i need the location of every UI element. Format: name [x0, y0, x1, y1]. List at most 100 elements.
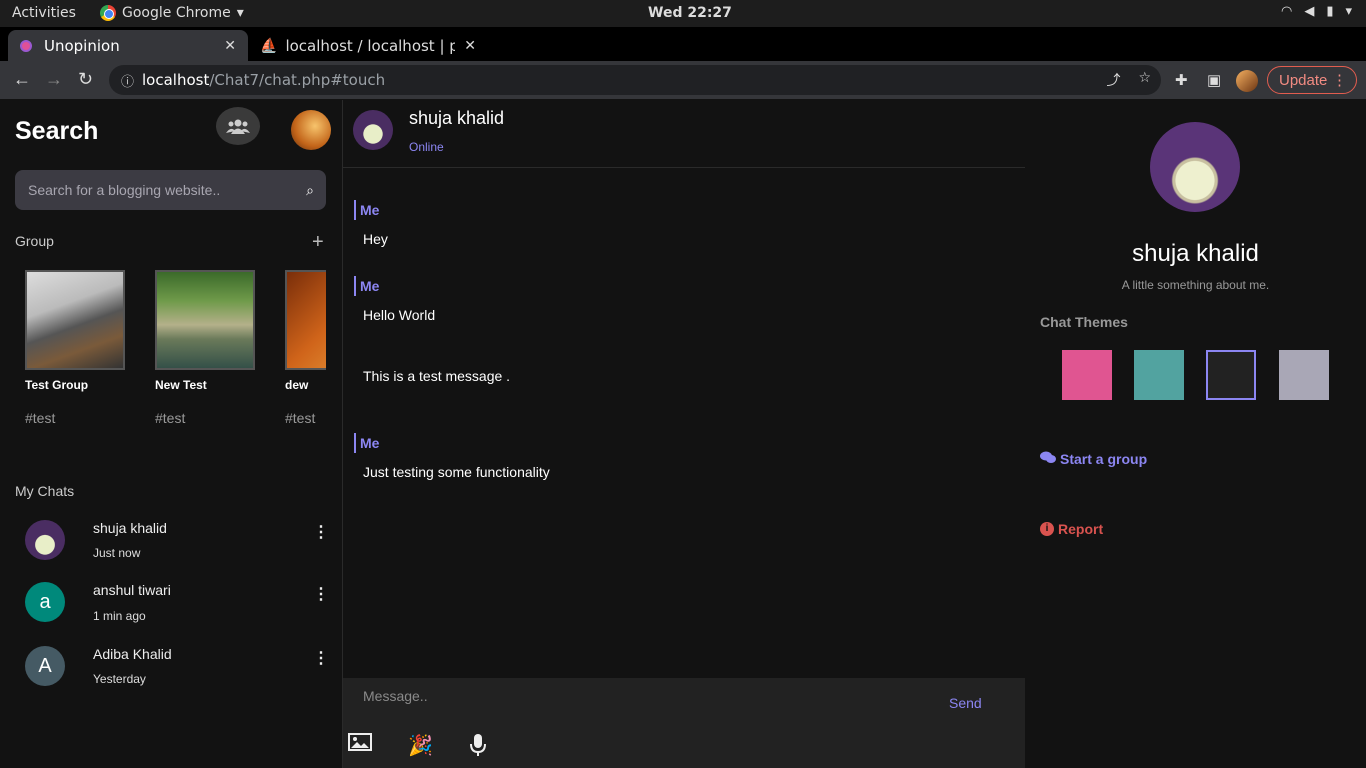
- chat-list-item[interactable]: shuja khalid Just now ⋮: [25, 520, 335, 570]
- site-info-icon[interactable]: ⓘ: [121, 71, 134, 90]
- share-icon[interactable]: ⤴: [1106, 70, 1120, 90]
- message-text: Hello World: [363, 307, 436, 323]
- search-icon[interactable]: ⌕: [306, 182, 314, 199]
- more-options-icon[interactable]: ⋮: [313, 584, 329, 604]
- contact-avatar[interactable]: [353, 110, 393, 150]
- group-name: Test Group: [25, 378, 89, 392]
- address-bar-row: ← → ↻ ⓘ localhost/Chat7/chat.php#touch ⤴…: [0, 61, 1366, 99]
- contact-name: shuja khalid: [409, 108, 505, 128]
- start-group-link[interactable]: Start a group: [1040, 451, 1147, 467]
- send-button[interactable]: Send: [949, 695, 982, 711]
- group-card[interactable]: dew #test: [285, 270, 326, 426]
- image-upload-icon[interactable]: [348, 733, 372, 757]
- theme-swatch-teal[interactable]: [1134, 350, 1184, 400]
- group-tag: #test: [285, 410, 316, 426]
- bookmark-star-icon[interactable]: ☆: [1138, 70, 1151, 90]
- chrome-icon: [100, 5, 116, 21]
- search-box: ⌕: [15, 170, 326, 210]
- add-group-icon[interactable]: +: [312, 231, 324, 254]
- side-panel-icon[interactable]: ▣: [1207, 71, 1221, 89]
- theme-swatch-gray[interactable]: [1279, 350, 1329, 400]
- message-text: Just testing some functionality: [363, 464, 550, 480]
- comments-icon: [1040, 451, 1056, 467]
- activities-button[interactable]: Activities: [12, 5, 76, 21]
- message-composer: Send 🎉: [343, 678, 1026, 768]
- url-field[interactable]: ⓘ localhost/Chat7/chat.php#touch ⤴ ☆: [109, 65, 1161, 95]
- sidebar: Search ⌕ Group + Test Group #test New Te…: [0, 100, 342, 768]
- group-name: New Test: [155, 378, 207, 392]
- chat-panel: shuja khalid Online Me Hey Me Hello Worl…: [342, 100, 1026, 768]
- more-options-icon[interactable]: ⋮: [313, 648, 329, 668]
- phpmyadmin-favicon-icon: ⛵: [260, 37, 278, 54]
- report-link[interactable]: i Report: [1040, 521, 1103, 537]
- profile-panel: shuja khalid A little something about me…: [1025, 100, 1366, 768]
- message-text: Hey: [363, 231, 388, 247]
- message-sender: Me: [354, 276, 435, 296]
- message-sender: Me: [354, 200, 388, 220]
- more-options-icon[interactable]: ⋮: [313, 522, 329, 542]
- wifi-icon: ◠: [1280, 4, 1293, 19]
- chat-themes-label: Chat Themes: [1040, 314, 1128, 330]
- app-menu[interactable]: Google Chrome ▾: [100, 5, 244, 21]
- online-status: Online: [409, 140, 444, 154]
- last-active: 1 min ago: [93, 609, 146, 623]
- users-group-button[interactable]: [216, 107, 260, 145]
- forward-icon[interactable]: →: [45, 69, 63, 90]
- last-active: Just now: [93, 546, 141, 560]
- report-label: Report: [1058, 521, 1104, 537]
- chat-list-item[interactable]: A Adiba Khalid Yesterday ⋮: [25, 646, 335, 696]
- update-label: Update: [1279, 71, 1328, 89]
- last-active: Yesterday: [93, 672, 146, 686]
- my-avatar[interactable]: [291, 110, 331, 150]
- group-card[interactable]: New Test #test: [155, 270, 275, 426]
- message-text: This is a test message .: [363, 368, 511, 384]
- contact-name: shuja khalid: [93, 520, 167, 536]
- theme-swatch-dark[interactable]: [1206, 350, 1256, 400]
- contact-avatar: A: [25, 646, 65, 686]
- tab-phpmyadmin[interactable]: ⛵ localhost / localhost | php ✕: [252, 30, 488, 61]
- chevron-down-icon: ▾: [236, 5, 244, 21]
- chat-message: Me Hello World: [354, 276, 435, 323]
- url-path: /Chat7/chat.php#touch: [209, 71, 386, 89]
- system-tray[interactable]: ◠ ◀ ▮ ▾: [1281, 4, 1352, 19]
- users-icon: [226, 119, 250, 134]
- chat-message: Me Just testing some functionality: [354, 433, 550, 480]
- group-image: [285, 270, 326, 370]
- search-input[interactable]: [28, 182, 288, 198]
- chevron-down-icon: ▾: [1345, 4, 1352, 19]
- battery-icon: ▮: [1326, 4, 1334, 19]
- group-image: [25, 270, 125, 370]
- chat-list-item[interactable]: a anshul tiwari 1 min ago ⋮: [25, 582, 335, 632]
- group-label: Group: [15, 233, 54, 249]
- menu-dots-icon[interactable]: ⋮: [1332, 71, 1347, 89]
- tab-unopinion[interactable]: Unopinion ✕: [8, 30, 248, 61]
- tab-title: localhost / localhost | php: [285, 36, 456, 55]
- contact-avatar: [25, 520, 65, 560]
- contact-name: Adiba Khalid: [93, 646, 172, 662]
- profile-avatar[interactable]: [1236, 70, 1258, 92]
- microphone-icon[interactable]: [469, 733, 487, 763]
- message-input[interactable]: [363, 683, 923, 709]
- clock[interactable]: Wed 22:27: [648, 5, 732, 21]
- close-tab-icon[interactable]: ✕: [464, 38, 476, 54]
- group-name: dew: [285, 378, 309, 392]
- group-tag: #test: [155, 410, 186, 426]
- extensions-icon[interactable]: ✚: [1175, 71, 1188, 89]
- chat-header: shuja khalid Online: [343, 100, 1026, 168]
- back-icon[interactable]: ←: [13, 69, 31, 90]
- contact-avatar: a: [25, 582, 65, 622]
- group-card[interactable]: Test Group #test: [25, 270, 145, 426]
- update-button[interactable]: Update ⋮: [1267, 66, 1357, 94]
- group-image: [155, 270, 255, 370]
- site-favicon-icon: [20, 39, 32, 52]
- profile-bio: A little something about me.: [1121, 278, 1270, 292]
- theme-swatch-pink[interactable]: [1062, 350, 1112, 400]
- reload-icon[interactable]: ↻: [78, 69, 93, 90]
- profile-avatar: [1150, 122, 1240, 212]
- party-popper-icon[interactable]: 🎉: [408, 733, 433, 758]
- tab-title: Unopinion: [44, 36, 120, 55]
- start-group-label: Start a group: [1060, 451, 1148, 467]
- group-tag: #test: [25, 410, 56, 426]
- close-tab-icon[interactable]: ✕: [224, 38, 236, 54]
- chat-message: Me Hey: [354, 200, 388, 247]
